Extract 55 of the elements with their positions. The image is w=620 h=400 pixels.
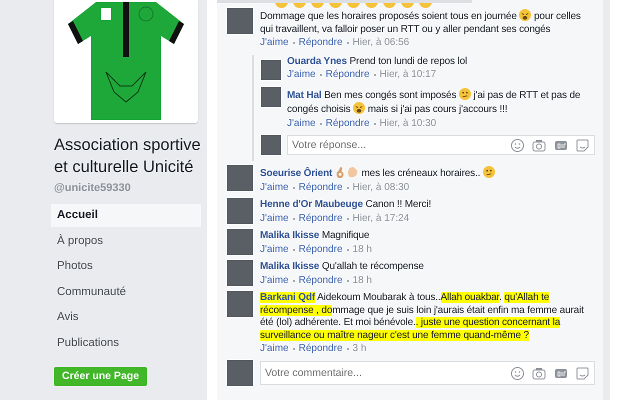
nav-item[interactable]: Communauté [51,280,201,304]
confused-face-icon [458,88,471,100]
timestamp[interactable]: Hier, à 06:56 [352,37,410,50]
reply-link[interactable]: Répondre [298,182,343,194]
comment-text: Malika Ikisse Qu'allah te récompense [260,261,425,274]
reply-link[interactable]: Répondre [298,274,343,287]
create-page-button[interactable]: Créer une Page [54,366,148,386]
comment-text: Mat Hal Ben mes congés sont imposés j'ai pas de RTT et pas de congés choisis mais si j'ai pas cours j'accours !!! [287,88,582,116]
reply-field[interactable]: Votre réponse... [287,135,595,155]
confused-face-icon [482,166,495,178]
reply-link[interactable]: Répondre [298,244,343,256]
timestamp[interactable]: Hier, à 10:30 [380,118,436,130]
camera-icon [532,366,546,380]
like-link[interactable]: J'aime [287,118,316,130]
timestamp[interactable]: 3 h [352,343,366,356]
reply-link[interactable]: Répondre [326,118,370,130]
nav-item[interactable]: Avis [51,306,201,330]
like-link[interactable]: J'aime [287,69,316,82]
page-username: @unicite59330 [54,182,132,194]
timestamp[interactable]: Hier, à 10:17 [380,69,436,82]
reply-link[interactable]: Répondre [298,343,343,356]
like-link[interactable]: J'aime [260,274,289,287]
timestamp[interactable]: 18 h [352,244,372,256]
nav-item[interactable]: Accueil [51,204,201,227]
emoji-icon [511,366,524,380]
comment-field[interactable]: Votre commentaire... [260,360,595,384]
sticker-icon [576,366,589,380]
timestamp[interactable]: Hier, à 17:24 [352,212,410,225]
timestamp[interactable]: 18 h [352,274,372,287]
like-link[interactable]: J'aime [260,343,289,356]
page-name: Association sportive et culturelle Unicité [54,135,201,178]
like-link[interactable]: J'aime [260,212,289,225]
timestamp[interactable]: Hier, à 08:30 [352,182,410,194]
like-link[interactable]: J'aime [260,244,289,256]
comment-text: Malika Ikisse Magnifique [260,230,370,242]
camera-icon [532,139,546,152]
tired-face-icon [519,9,532,21]
avatar-photo[interactable] [261,86,281,106]
like-link[interactable]: J'aime [260,182,289,194]
gif-icon [554,139,568,152]
reply-link[interactable]: Répondre [298,212,343,225]
avatar-photo[interactable] [261,60,281,80]
tired-face-icon [353,102,366,114]
reply-link[interactable]: Répondre [326,69,370,82]
like-link[interactable]: J'aime [260,37,289,50]
sticker-icon [576,139,589,152]
nav-item[interactable]: À propos [51,230,201,253]
reply-link[interactable]: Répondre [298,37,343,50]
nav-item[interactable]: Photos [51,255,201,278]
comment-text: Soeurise Ôrient mes les créneaux horaires.. [260,166,595,180]
nav-item[interactable]: Publications [51,332,201,355]
comment-text: Ouarda Ynes Prend ton lundi de repos lol [287,56,468,68]
comment-text: Henne d'Or Maubeuge Canon !! Merci! [260,199,432,212]
comment-text: Dommage que les horaires proposés soient tous en journée pour celles qui travaillent, va falloir poser un RTT ou y aller pendant ses congés [260,9,582,36]
emoji-icon [511,139,524,152]
